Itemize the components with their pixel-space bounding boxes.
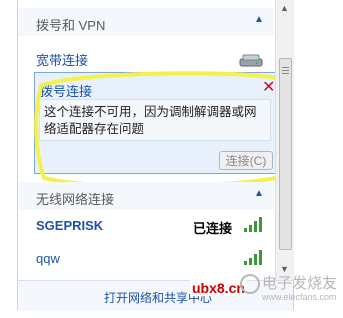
broadband-modem-icon (239, 54, 263, 67)
watermark-site: ubx8.cn (190, 280, 247, 296)
wifi-network-name: SGEPRISK (36, 218, 104, 233)
dialup-connection-panel[interactable]: 拨号连接 ✕ 这个连接不可用，因为调制解调器或网络适配器存在问题 连接(C) (34, 72, 279, 174)
dialup-connection-label: 拨号连接 (40, 84, 93, 99)
section-header-wireless[interactable]: 无线网络连接 ▲ (18, 182, 274, 210)
connection-status: 已连接 (193, 221, 233, 236)
section-title: 拨号和 VPN (36, 18, 106, 33)
broadband-connection-label[interactable]: 宽带连接 (36, 50, 88, 69)
watermark-brand: 电子发烧友 (262, 275, 338, 292)
scroll-up-arrow-icon[interactable]: ▲ (280, 3, 289, 13)
network-flyout: 拨号和 VPN ▲ 宽带连接 拨号连接 ✕ 这个连接不可用，因为调制解调器或网络… (17, 0, 294, 311)
watermark-logo-icon (240, 274, 260, 294)
error-message: 这个连接不可用，因为调制解调器或网络适配器存在问题 (39, 99, 271, 141)
signal-strength-icon (244, 250, 262, 265)
scroll-thumb[interactable] (279, 58, 292, 250)
scrollbar[interactable]: ▲ ▼ (275, 0, 294, 280)
watermark-url: www.elecfans.com (262, 292, 337, 302)
close-icon[interactable]: ✕ (262, 77, 275, 97)
wifi-network-name: qqw (36, 251, 60, 266)
chevron-up-icon[interactable]: ▲ (254, 14, 264, 25)
signal-strength-icon (244, 217, 262, 232)
connect-button[interactable]: 连接(C) (219, 151, 273, 170)
chevron-up-icon[interactable]: ▲ (254, 188, 264, 199)
section-title: 无线网络连接 (36, 192, 115, 207)
section-header-dialup-vpn[interactable]: 拨号和 VPN ▲ (18, 8, 274, 36)
